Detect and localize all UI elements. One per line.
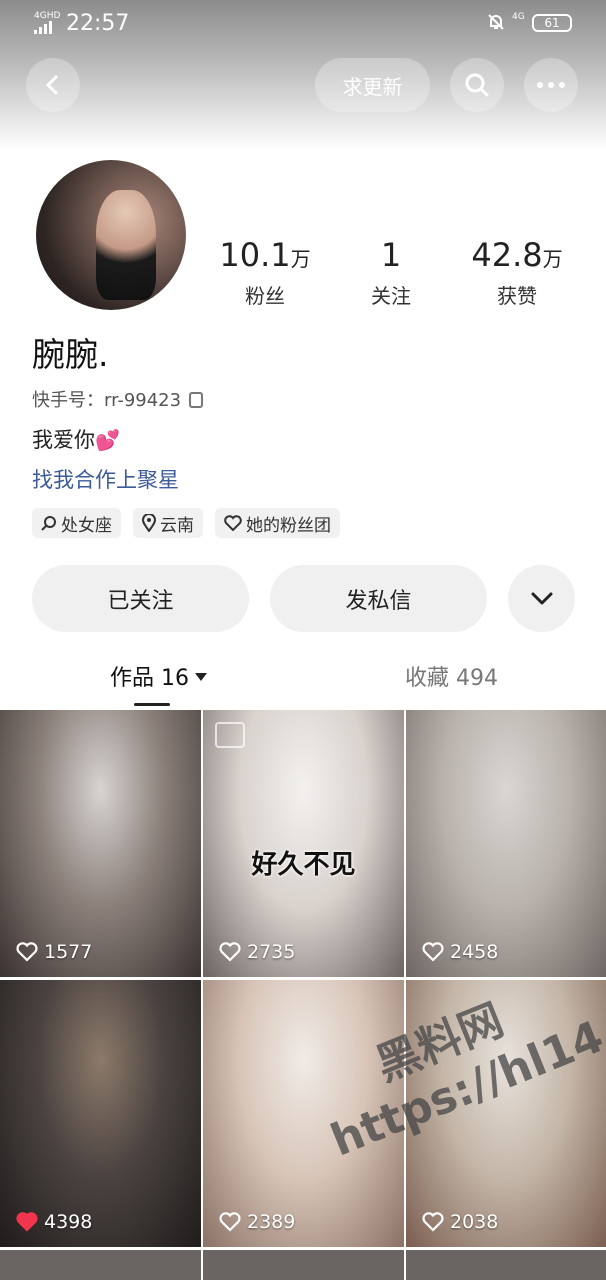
tag-location[interactable]: 云南 [133,508,203,538]
location-pin-icon [142,514,156,532]
tag-zodiac-label: 处女座 [61,515,112,536]
avatar[interactable] [36,160,186,310]
video-likes: 1577 [16,941,92,963]
send-message-button[interactable]: 发私信 [270,565,487,632]
search-small-icon [41,516,56,531]
active-tab-indicator [134,703,170,706]
video-likes-count: 4398 [44,1211,93,1233]
bio: 我爱你💕 [32,424,120,454]
video-tile[interactable]: 2458 [406,710,606,977]
search-button[interactable] [450,58,504,112]
video-caption: 好久不见 [251,850,356,880]
video-likes-count: 2038 [450,1211,499,1233]
tag-fan-club-label: 她的粉丝团 [246,515,331,536]
more-dots-icon [537,82,565,88]
video-likes-count: 2458 [450,941,499,963]
stat-fans-label: 粉丝 [245,284,285,308]
stat-following[interactable]: 1 关注 [336,236,446,309]
video-likes-count: 2389 [247,1211,296,1233]
expand-button[interactable] [508,565,575,632]
request-update-button[interactable]: 求更新 [315,58,430,112]
chevron-down-icon [531,592,552,604]
tab-works[interactable]: 作品 16 [110,660,207,692]
tag-fan-club[interactable]: 她的粉丝团 [215,508,340,538]
heart-icon [16,1212,38,1232]
video-tile[interactable]: 好久不见 2735 [203,710,404,977]
signal-icon [34,21,52,34]
stat-likes-label: 获赞 [497,284,537,308]
username: 腕腕. [32,335,109,374]
heart-icon [219,942,241,962]
search-icon [465,73,489,97]
caret-down-icon [195,673,207,681]
stat-fans[interactable]: 10.1万 粉丝 [210,236,320,309]
more-button[interactable] [524,58,578,112]
kwai-id: 快手号：rr-99423 [32,386,204,412]
clock: 22:57 [66,11,130,36]
network-type: 4GHD [34,11,61,21]
back-button[interactable] [26,58,80,112]
video-likes: 2735 [219,941,295,963]
status-bar: 4GHD 22:57 4G 61 [0,0,606,48]
kwai-id-label: 快手号： [32,390,104,411]
heart-outline-icon [224,515,242,531]
followed-button[interactable]: 已关注 [32,565,249,632]
heart-icon [422,942,444,962]
video-tile-partial[interactable] [203,1250,404,1280]
video-likes-count: 2735 [247,941,296,963]
battery-icon: 61 [532,14,572,32]
heart-icon [422,1212,444,1232]
video-tile[interactable]: 4398 [0,980,201,1247]
image-set-icon [215,722,245,748]
stat-likes-unit: 万 [542,247,563,271]
stat-fans-unit: 万 [290,247,311,271]
tag-zodiac[interactable]: 处女座 [32,508,121,538]
bio-text: 我爱你 [32,428,95,452]
heart-icon [219,1212,241,1232]
stat-fans-number: 10.1 [219,236,291,274]
stat-following-label: 关注 [371,284,411,308]
tab-works-label: 作品 16 [110,666,189,691]
mute-bell-icon [486,12,506,37]
copy-icon[interactable] [189,392,204,408]
video-likes: 2389 [219,1211,295,1233]
video-tile-partial[interactable] [406,1250,606,1280]
video-tile[interactable]: 1577 [0,710,201,977]
stat-following-number: 1 [380,236,402,274]
profile-tags: 处女座 云南 她的粉丝团 [32,508,340,538]
two-hearts-emoji: 💕 [95,428,120,452]
kwai-id-value: rr-99423 [104,390,182,411]
video-likes: 2458 [422,941,498,963]
heart-icon [16,942,38,962]
chevron-left-icon [46,75,58,95]
stat-likes[interactable]: 42.8万 获赞 [462,236,572,309]
video-likes: 4398 [16,1211,92,1233]
video-likes: 2038 [422,1211,498,1233]
video-tile-partial[interactable] [0,1250,201,1280]
stat-likes-number: 42.8 [471,236,543,274]
cooperation-link[interactable]: 找我合作上聚星 [32,464,179,494]
network-type-secondary: 4G [512,12,525,22]
tag-location-label: 云南 [160,515,194,536]
tab-favorites[interactable]: 收藏 494 [405,660,498,692]
video-likes-count: 1577 [44,941,93,963]
